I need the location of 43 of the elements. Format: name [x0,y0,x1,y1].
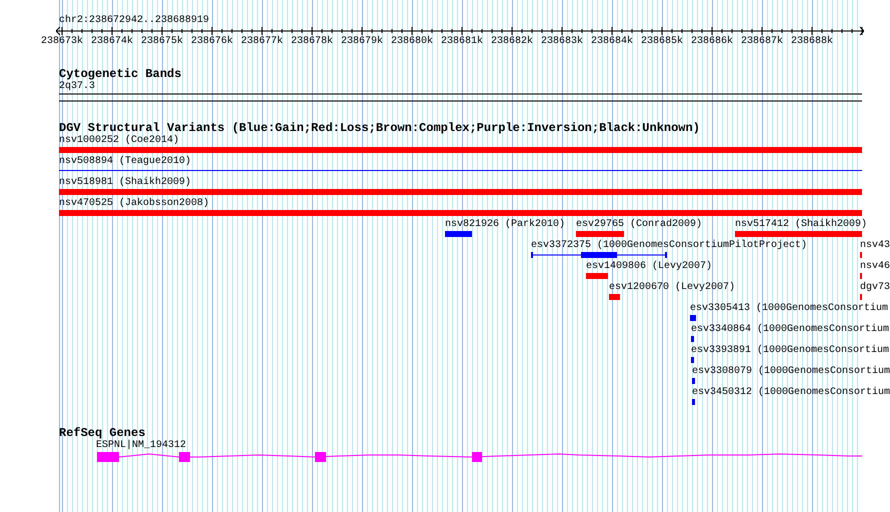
tick-label: 238684k [591,36,633,47]
location-label: chr2:238672942..238688919 [59,15,210,26]
variant-label[interactable]: nsv46 [860,261,890,272]
tick-label: 238687k [741,36,783,47]
tick-label: 238679k [341,36,383,47]
variant-label[interactable]: esv3305413 (1000GenomesConsortium [690,303,888,314]
variant-label[interactable]: nsv1000252 (Coe2014) [59,135,180,146]
band-label: 2q37.3 [59,81,96,92]
tick-label: 238680k [391,36,433,47]
tick-label: 238688k [791,36,833,47]
tick-label: 238683k [541,36,583,47]
track-title: Cytogenetic Bands [59,68,182,80]
tick-label: 238682k [491,36,533,47]
tick-label: 238676k [191,36,233,47]
variant-label[interactable]: esv3450312 (1000GenomesConsortium [692,387,890,398]
gene-label[interactable]: ESPNL|NM_194312 [96,440,186,451]
variant-label[interactable]: esv3308079 (1000GenomesConsortium [692,366,890,377]
variant-label[interactable]: esv3393891 (1000GenomesConsortium [691,345,890,356]
variant-bar[interactable] [531,251,667,259]
variant-label[interactable]: nsv821926 (Park2010) [445,219,566,230]
variant-label[interactable]: esv1200670 (Levy2007) [609,282,736,293]
track-title: RefSeq Genes [59,427,146,439]
variant-label[interactable]: nsv43 [860,240,890,251]
tick-label: 238685k [641,36,683,47]
variant-label[interactable]: dgv73 [860,282,890,293]
variant-label[interactable]: esv29765 (Conrad2009) [576,219,702,230]
variant-label[interactable]: nsv508894 (Teague2010) [59,156,192,167]
track-title: DGV Structural Variants (Blue:Gain;Red:Loss;Brown:Complex;Purple:Inversion;Black:Unknown) [59,122,700,134]
variant-line[interactable] [59,170,862,171]
variant-label[interactable]: esv3372375 (1000GenomesConsortiumPilotProject) [531,240,808,251]
variant-label[interactable]: nsv517412 (Shaikh2009) [735,219,868,230]
tick-label: 238674k [91,36,133,47]
variant-label[interactable]: nsv470525 (Jakobsson2008) [59,198,210,209]
tick-label: 238677k [241,36,283,47]
tick-label: 238686k [691,36,733,47]
tick-label: 238678k [291,36,333,47]
tick-label: 238675k [141,36,183,47]
variant-label[interactable]: esv1409806 (Levy2007) [586,261,712,272]
variant-label[interactable]: esv3340864 (1000GenomesConsortium [691,324,890,335]
gene-drawing[interactable] [97,452,862,462]
variant-label[interactable]: nsv518981 (Shaikh2009) [59,177,192,188]
tick-label: 238673k [41,36,83,47]
tick-label: 238681k [441,36,483,47]
